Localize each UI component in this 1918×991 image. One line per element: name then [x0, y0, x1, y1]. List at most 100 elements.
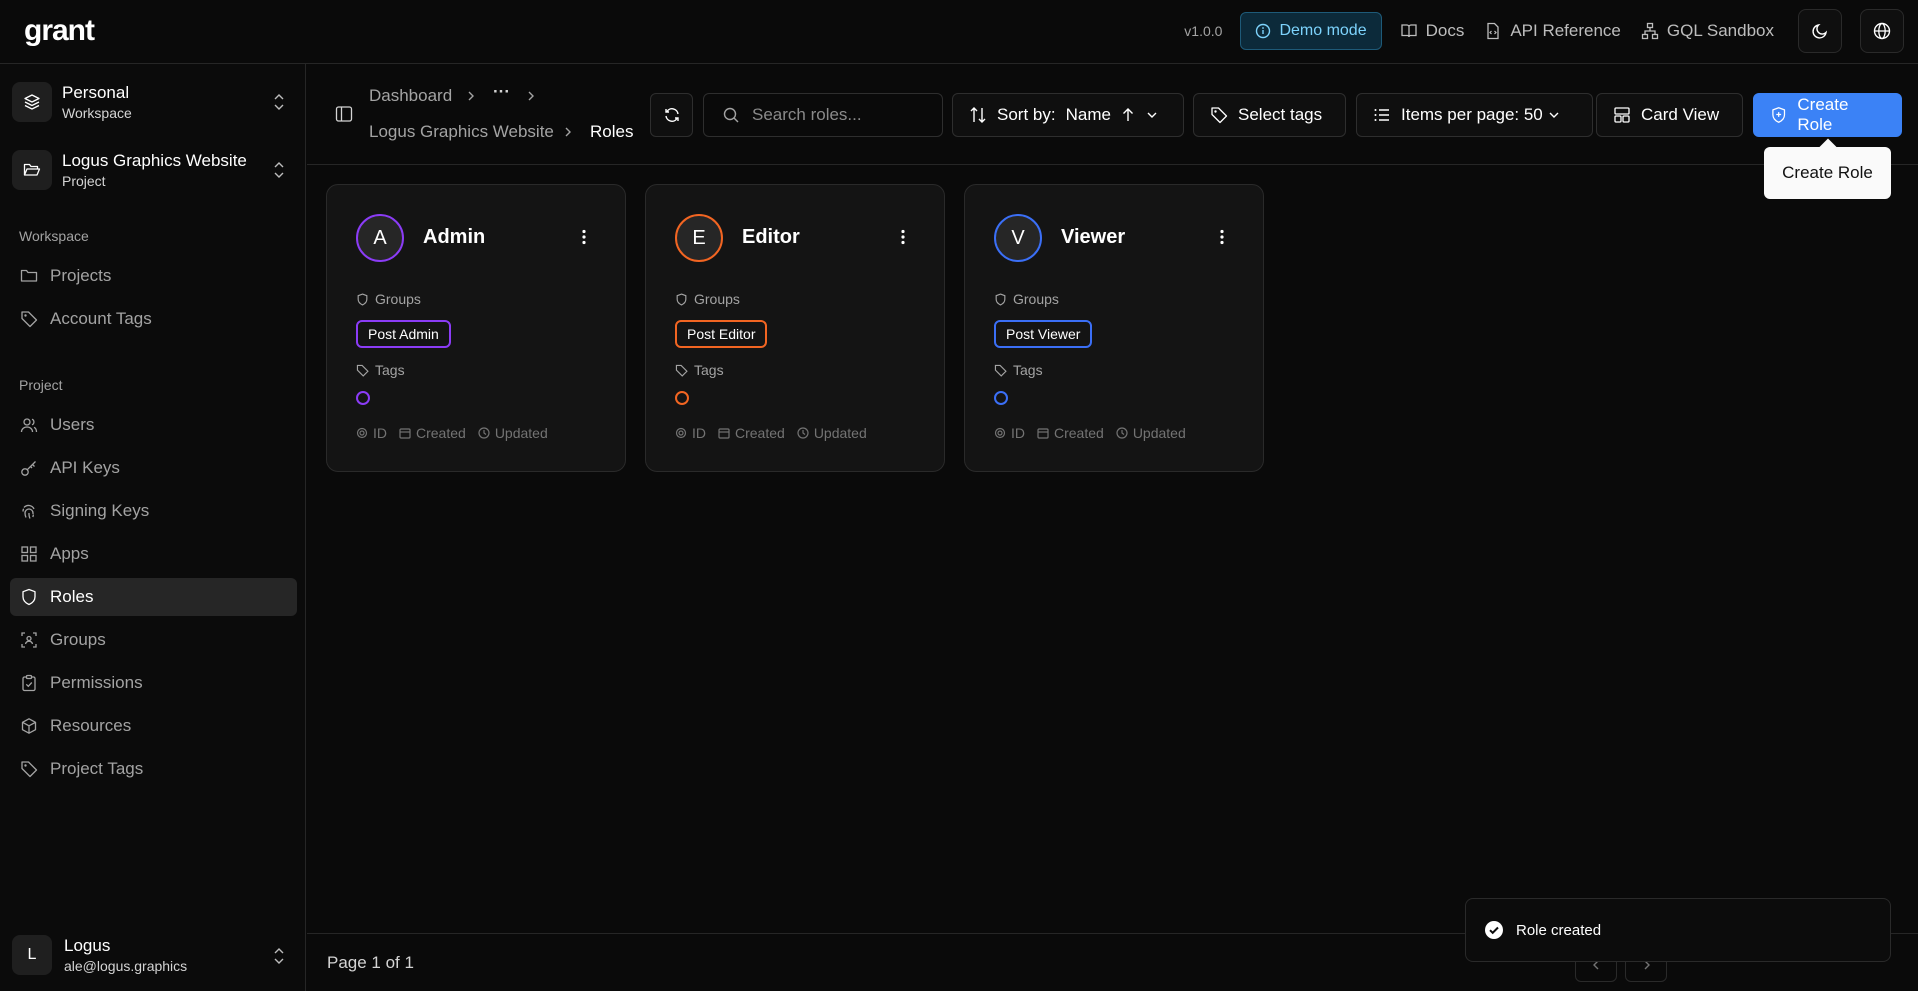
avatar: L	[12, 935, 52, 975]
sidebar-item-api-keys[interactable]: API Keys	[10, 449, 297, 487]
meta-id-text: ID	[692, 425, 706, 441]
search-input[interactable]	[752, 105, 932, 125]
meta-id-text: ID	[373, 425, 387, 441]
version-label: v1.0.0	[1184, 23, 1223, 39]
project-subtitle: Project	[62, 173, 106, 189]
theme-toggle-button[interactable]	[1798, 9, 1842, 53]
tags-label: Tags	[994, 362, 1043, 378]
file-code-icon	[1487, 22, 1499, 40]
sidebar-item-label: Projects	[50, 266, 112, 285]
refresh-button[interactable]	[650, 93, 693, 137]
meta-created-text: Created	[416, 425, 466, 441]
app-logo[interactable]: grant	[24, 14, 95, 48]
globe-icon	[1873, 22, 1891, 40]
more-vertical-icon[interactable]	[900, 228, 906, 246]
items-per-page-button[interactable]: Items per page: 50	[1356, 93, 1593, 137]
create-role-tooltip: Create Role	[1764, 147, 1891, 199]
toast-notification: Role created	[1465, 898, 1891, 962]
breadcrumb-ellipsis[interactable]: ···	[493, 82, 510, 102]
role-card-editor[interactable]: E Editor Groups Post Editor Tags ID Crea…	[645, 184, 945, 472]
sidebar-toggle-icon[interactable]	[335, 105, 353, 123]
sidebar-item-groups[interactable]: Groups	[10, 621, 297, 659]
role-card-viewer[interactable]: V Viewer Groups Post Viewer Tags ID Crea…	[964, 184, 1264, 472]
tags-label-text: Tags	[694, 362, 724, 378]
demo-mode-label: Demo mode	[1279, 22, 1367, 39]
gql-sandbox-link[interactable]: GQL Sandbox	[1641, 21, 1774, 41]
tags-icon	[356, 364, 369, 377]
sidebar-item-label: Groups	[50, 630, 106, 649]
api-reference-link[interactable]: API Reference	[1484, 21, 1621, 41]
fingerprint-icon	[22, 504, 35, 519]
search-field[interactable]	[703, 93, 943, 137]
chevrons-up-down-icon	[274, 948, 284, 964]
project-switcher[interactable]: Logus Graphics Website Project	[12, 142, 296, 198]
grid-icon	[21, 546, 37, 562]
moon-icon	[1812, 23, 1828, 39]
arrow-up-icon	[1122, 108, 1133, 121]
shield-plus-icon	[1772, 107, 1786, 123]
meta-updated-text: Updated	[813, 425, 867, 441]
role-card-admin[interactable]: A Admin Groups Post Admin Tags ID Create…	[326, 184, 626, 472]
sidebar-item-label: Signing Keys	[50, 501, 150, 520]
breadcrumb-project[interactable]: Logus Graphics Website	[369, 122, 554, 142]
list-icon	[1374, 109, 1389, 121]
tag-color-dot	[675, 391, 689, 405]
fingerprint-icon	[675, 427, 687, 439]
user-email: ale@logus.graphics	[64, 958, 188, 974]
select-tags-button[interactable]: Select tags	[1193, 93, 1346, 137]
sort-button[interactable]: Sort by: Name	[952, 93, 1184, 137]
docs-link-label: Docs	[1425, 21, 1465, 40]
calendar-icon	[718, 428, 730, 439]
tag-color-dot	[356, 391, 370, 405]
sidebar-item-users[interactable]: Users	[10, 406, 297, 444]
sidebar: Personal Workspace Logus Graphics Websit…	[0, 64, 306, 991]
workspace-section-label: Workspace	[19, 228, 89, 244]
meta-updated: Updated	[797, 425, 867, 441]
shield-icon	[676, 292, 687, 306]
create-role-button[interactable]: Create Role	[1753, 93, 1902, 137]
sidebar-item-apps[interactable]: Apps	[10, 535, 297, 573]
sidebar-item-project-tags[interactable]: Project Tags	[10, 750, 297, 788]
meta-id: ID	[675, 425, 706, 441]
group-icon	[21, 632, 37, 648]
tag-icon	[1211, 107, 1228, 124]
key-icon	[21, 461, 36, 476]
sidebar-item-label: Account Tags	[50, 309, 152, 328]
sidebar-item-permissions[interactable]: Permissions	[10, 664, 297, 702]
sidebar-item-label: Permissions	[50, 673, 143, 692]
sidebar-item-signing-keys[interactable]: Signing Keys	[10, 492, 297, 530]
folder-icon	[20, 269, 38, 282]
sidebar-item-resources[interactable]: Resources	[10, 707, 297, 745]
meta-created: Created	[718, 425, 785, 441]
chevrons-up-down-icon	[274, 162, 284, 178]
clipboard-check-icon	[22, 674, 36, 692]
workspace-switcher[interactable]: Personal Workspace	[12, 74, 296, 130]
meta-created: Created	[399, 425, 466, 441]
sidebar-item-account-tags[interactable]: Account Tags	[10, 300, 297, 338]
tags-icon	[675, 364, 688, 377]
tag-color-dot	[994, 391, 1008, 405]
clock-icon	[478, 427, 490, 439]
breadcrumb-dashboard[interactable]: Dashboard	[369, 86, 452, 106]
groups-label: Groups	[675, 291, 740, 307]
card-view-button[interactable]: Card View	[1596, 93, 1743, 137]
groups-label-text: Groups	[1013, 291, 1059, 307]
sidebar-item-label: Users	[50, 415, 95, 434]
tags-icon	[994, 364, 1007, 377]
language-button[interactable]	[1860, 9, 1904, 53]
users-icon	[20, 418, 38, 433]
docs-link[interactable]: Docs	[1400, 21, 1465, 41]
more-vertical-icon[interactable]	[1219, 228, 1225, 246]
sidebar-item-roles[interactable]: Roles	[10, 578, 297, 616]
info-icon	[1256, 23, 1271, 39]
sidebar-item-projects[interactable]: Projects	[10, 257, 297, 295]
user-name: Logus	[64, 936, 111, 955]
user-menu[interactable]: L Logus ale@logus.graphics	[12, 928, 296, 982]
workspace-subtitle: Workspace	[62, 105, 132, 121]
shield-icon	[995, 292, 1006, 306]
page-header: Dashboard ··· Logus Graphics Website Rol…	[307, 64, 1918, 165]
demo-mode-badge[interactable]: Demo mode	[1240, 12, 1382, 50]
tags-label: Tags	[356, 362, 405, 378]
project-section-label: Project	[19, 377, 63, 393]
more-vertical-icon[interactable]	[581, 228, 587, 246]
